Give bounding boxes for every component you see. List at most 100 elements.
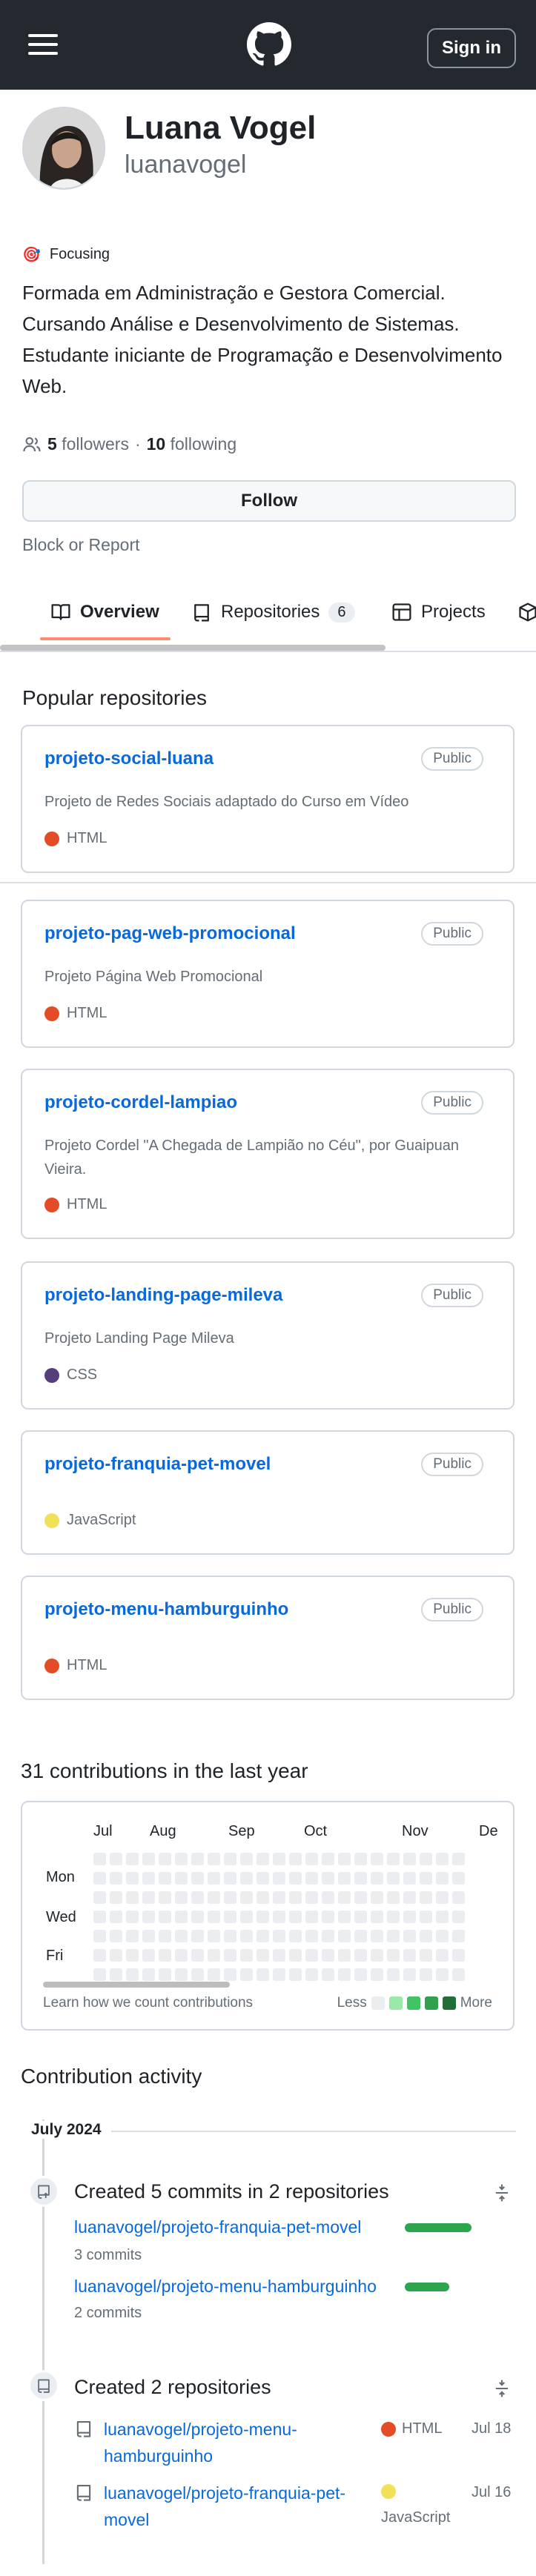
contribution-cell[interactable] (338, 1891, 351, 1904)
contribution-cell[interactable] (289, 1911, 302, 1923)
contribution-cell[interactable] (240, 1968, 253, 1981)
created-repo-link[interactable]: luanavogel/projeto-menu-hamburguinho (104, 2416, 378, 2469)
followers-link[interactable]: 5 followers (47, 434, 129, 454)
contribution-cell[interactable] (305, 1891, 318, 1904)
contribution-cell[interactable] (420, 1930, 432, 1942)
contribution-cell[interactable] (289, 1853, 302, 1865)
contribution-cell[interactable] (93, 1930, 106, 1942)
contribution-cell[interactable] (371, 1853, 383, 1865)
tab-repositories[interactable]: Repositories 6 (191, 585, 355, 639)
contribution-cell[interactable] (371, 1968, 383, 1981)
contribution-cell[interactable] (273, 1949, 285, 1962)
contribution-cell[interactable] (354, 1853, 367, 1865)
contribution-cell[interactable] (403, 1911, 416, 1923)
contribution-cell[interactable] (110, 1968, 122, 1981)
contribution-cell[interactable] (159, 1930, 171, 1942)
user-status[interactable]: 🎯 Focusing (22, 242, 110, 267)
contribution-cell[interactable] (191, 1930, 204, 1942)
contribution-cell[interactable] (191, 1949, 204, 1962)
contribution-cell[interactable] (224, 1968, 236, 1981)
contribution-cell[interactable] (354, 1968, 367, 1981)
contribution-cell[interactable] (305, 1911, 318, 1923)
graph-scrollbar[interactable] (43, 1982, 230, 1988)
contribution-cell[interactable] (159, 1949, 171, 1962)
contribution-cell[interactable] (322, 1968, 334, 1981)
contribution-cell[interactable] (110, 1949, 122, 1962)
contribution-cell[interactable] (224, 1891, 236, 1904)
contribution-cell[interactable] (240, 1930, 253, 1942)
contribution-cell[interactable] (452, 1968, 465, 1981)
contribution-cell[interactable] (126, 1891, 139, 1904)
contribution-cell[interactable] (175, 1930, 188, 1942)
contribution-cell[interactable] (110, 1872, 122, 1885)
contribution-cell[interactable] (436, 1949, 449, 1962)
contribution-cell[interactable] (110, 1891, 122, 1904)
contribution-cell[interactable] (387, 1911, 400, 1923)
repo-name-link[interactable]: projeto-social-luana (44, 748, 214, 769)
contribution-cell[interactable] (126, 1853, 139, 1865)
contribution-cell[interactable] (175, 1968, 188, 1981)
contribution-cell[interactable] (387, 1949, 400, 1962)
contribution-cell[interactable] (371, 1930, 383, 1942)
contribution-cell[interactable] (159, 1891, 171, 1904)
contribution-cell[interactable] (93, 1872, 106, 1885)
contribution-cell[interactable] (387, 1968, 400, 1981)
fold-icon[interactable] (492, 2379, 512, 2398)
hamburger-icon[interactable] (28, 34, 58, 56)
contribution-cell[interactable] (93, 1891, 106, 1904)
contribution-cell[interactable] (322, 1872, 334, 1885)
contribution-cell[interactable] (175, 1853, 188, 1865)
avatar[interactable] (22, 107, 105, 190)
contribution-cell[interactable] (208, 1949, 220, 1962)
contribution-cell[interactable] (371, 1949, 383, 1962)
commit-repo-link[interactable]: luanavogel/projeto-franquia-pet-movel (74, 2217, 361, 2237)
contribution-cell[interactable] (371, 1891, 383, 1904)
contribution-cell[interactable] (175, 1872, 188, 1885)
contribution-cell[interactable] (175, 1911, 188, 1923)
contribution-cell[interactable] (142, 1968, 155, 1981)
contribution-cell[interactable] (191, 1968, 204, 1981)
tab-packages[interactable] (517, 585, 536, 639)
contribution-cell[interactable] (159, 1872, 171, 1885)
contribution-cell[interactable] (403, 1930, 416, 1942)
contribution-cell[interactable] (452, 1891, 465, 1904)
contribution-cell[interactable] (142, 1891, 155, 1904)
contribution-cell[interactable] (257, 1949, 269, 1962)
contribution-cell[interactable] (273, 1930, 285, 1942)
contribution-cell[interactable] (338, 1930, 351, 1942)
contribution-cell[interactable] (338, 1968, 351, 1981)
contribution-cell[interactable] (142, 1949, 155, 1962)
contribution-cell[interactable] (420, 1949, 432, 1962)
tab-projects[interactable]: Projects (391, 585, 486, 639)
contribution-cell[interactable] (338, 1872, 351, 1885)
contribution-cell[interactable] (403, 1872, 416, 1885)
contribution-cell[interactable] (354, 1930, 367, 1942)
contribution-cell[interactable] (273, 1968, 285, 1981)
contribution-cell[interactable] (273, 1911, 285, 1923)
contribution-cell[interactable] (240, 1891, 253, 1904)
contribution-cell[interactable] (322, 1853, 334, 1865)
contribution-cell[interactable] (142, 1930, 155, 1942)
contribution-cell[interactable] (436, 1891, 449, 1904)
contribution-cell[interactable] (191, 1872, 204, 1885)
contribution-cell[interactable] (257, 1930, 269, 1942)
contribution-cell[interactable] (240, 1853, 253, 1865)
contribution-cell[interactable] (208, 1853, 220, 1865)
contribution-cell[interactable] (420, 1853, 432, 1865)
contribution-cell[interactable] (224, 1872, 236, 1885)
sign-in-button[interactable]: Sign in (427, 28, 516, 68)
commit-repo-link[interactable]: luanavogel/projeto-menu-hamburguinho (74, 2277, 377, 2297)
contribution-cell[interactable] (289, 1872, 302, 1885)
contribution-cell[interactable] (452, 1872, 465, 1885)
contribution-cell[interactable] (305, 1872, 318, 1885)
contribution-cell[interactable] (322, 1930, 334, 1942)
contribution-cell[interactable] (420, 1911, 432, 1923)
contribution-cell[interactable] (224, 1930, 236, 1942)
contribution-cell[interactable] (289, 1891, 302, 1904)
contribution-cell[interactable] (420, 1968, 432, 1981)
contribution-cell[interactable] (354, 1872, 367, 1885)
learn-contributions-link[interactable]: Learn how we count contributions (43, 1995, 253, 2011)
contribution-cell[interactable] (387, 1872, 400, 1885)
contribution-cell[interactable] (191, 1891, 204, 1904)
contribution-cell[interactable] (436, 1911, 449, 1923)
